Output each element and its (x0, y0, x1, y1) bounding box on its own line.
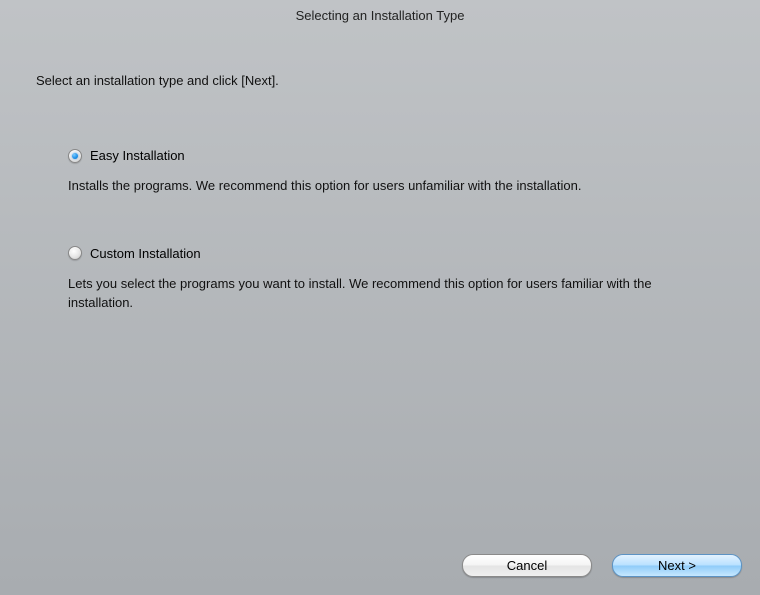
option-easy-description: Installs the programs. We recommend this… (68, 177, 690, 196)
options-container: Easy Installation Installs the programs.… (0, 88, 690, 313)
option-custom-label[interactable]: Custom Installation (90, 246, 201, 261)
radio-easy-icon[interactable] (68, 149, 82, 163)
option-easy: Easy Installation Installs the programs.… (68, 148, 690, 196)
option-custom-description: Lets you select the programs you want to… (68, 275, 690, 313)
instruction-text: Select an installation type and click [N… (0, 23, 760, 88)
button-bar: Cancel Next > (462, 554, 742, 577)
cancel-button[interactable]: Cancel (462, 554, 592, 577)
option-easy-label[interactable]: Easy Installation (90, 148, 185, 163)
option-easy-row[interactable]: Easy Installation (68, 148, 690, 163)
page-title: Selecting an Installation Type (0, 0, 760, 23)
option-custom: Custom Installation Lets you select the … (68, 246, 690, 313)
next-button[interactable]: Next > (612, 554, 742, 577)
radio-custom-icon[interactable] (68, 246, 82, 260)
option-custom-row[interactable]: Custom Installation (68, 246, 690, 261)
